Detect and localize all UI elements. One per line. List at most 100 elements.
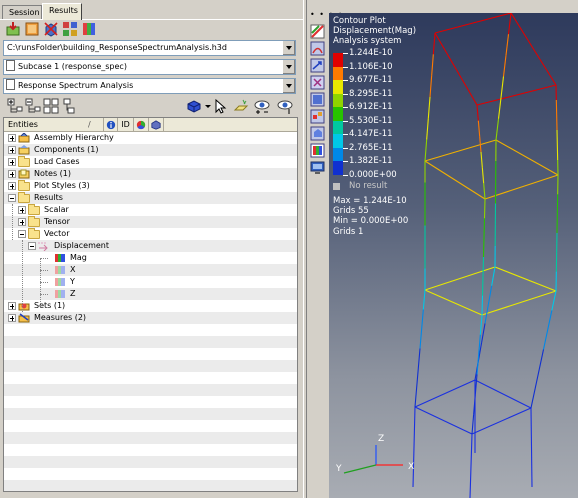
- legend-color-band: [333, 53, 343, 67]
- subcase-combo[interactable]: Subcase 1 (response_spec): [3, 59, 296, 75]
- deformed-icon[interactable]: [310, 41, 325, 56]
- collapse-icon[interactable]: [8, 194, 16, 202]
- tab-session[interactable]: Session: [2, 5, 42, 20]
- assembly-icon: [18, 133, 30, 143]
- tree-item-label[interactable]: Components (1): [34, 144, 99, 156]
- tree-row[interactable]: Mag: [4, 252, 297, 264]
- isolate-icon[interactable]: [233, 98, 249, 114]
- tree-item-label[interactable]: Tensor: [44, 216, 70, 228]
- expand-icon[interactable]: [8, 158, 16, 166]
- color-wheel-icon: [136, 120, 146, 130]
- tree-row[interactable]: Notes (1): [4, 168, 297, 180]
- analysis-type-combo[interactable]: Response Spectrum Analysis: [3, 78, 296, 94]
- chevron-down-icon[interactable]: [282, 60, 295, 74]
- tree-item-label[interactable]: Results: [34, 192, 63, 204]
- min-value: Min = 0.000E+00: [333, 216, 409, 227]
- contour-plot-title: Contour Plot: [333, 16, 386, 26]
- id-column-header[interactable]: ID: [118, 118, 134, 132]
- tree-item-label[interactable]: Load Cases: [34, 156, 79, 168]
- select-arrow-icon[interactable]: [212, 98, 228, 114]
- expand-icon[interactable]: [18, 218, 26, 226]
- chevron-down-icon[interactable]: [200, 98, 211, 114]
- floor-outline: [424, 266, 496, 291]
- legend-tick: [343, 174, 348, 176]
- color-column-header[interactable]: [134, 118, 149, 132]
- tab-results[interactable]: Results: [42, 3, 82, 20]
- vector-plot-icon[interactable]: [310, 58, 325, 73]
- file-path-combo[interactable]: C:\runsFolder\building_ResponseSpectrumA…: [3, 40, 296, 56]
- contour-icon[interactable]: [310, 24, 325, 39]
- column-segment: [419, 328, 423, 349]
- legend-icon[interactable]: [310, 143, 325, 158]
- tensor-plot-icon[interactable]: [310, 75, 325, 90]
- monitor-icon[interactable]: [310, 160, 325, 175]
- multi-results-icon[interactable]: [81, 21, 97, 37]
- show-hide-icon[interactable]: [254, 98, 270, 114]
- column-segment: [507, 13, 512, 35]
- tree-item-label[interactable]: Mag: [70, 252, 87, 264]
- tree-item-label[interactable]: Sets (1): [34, 300, 65, 312]
- column-segment: [422, 289, 426, 310]
- tree-item-label[interactable]: X: [70, 264, 75, 276]
- info-column-header[interactable]: [104, 118, 118, 132]
- tree-item-label[interactable]: Z: [70, 288, 75, 300]
- tree-row[interactable]: Components (1): [4, 144, 297, 156]
- expand-icon[interactable]: [8, 314, 16, 322]
- entities-column-header[interactable]: Entities /: [4, 118, 104, 132]
- expand-tree-icon[interactable]: [7, 98, 23, 114]
- markers-icon[interactable]: [310, 109, 325, 124]
- tree-row[interactable]: X: [4, 264, 297, 276]
- floor-outline: [481, 290, 557, 316]
- tree-row[interactable]: Tensor: [4, 216, 297, 228]
- tree-row[interactable]: Y: [4, 276, 297, 288]
- expand-icon[interactable]: [8, 302, 16, 310]
- load-results-icon[interactable]: [24, 21, 40, 37]
- collapse-tree-icon[interactable]: [25, 98, 41, 114]
- tree-options-icon[interactable]: [61, 98, 77, 114]
- tree-row[interactable]: Load Cases: [4, 156, 297, 168]
- iso-icon[interactable]: [310, 92, 325, 107]
- tree-item-label[interactable]: Displacement: [54, 240, 109, 252]
- tree-item-label[interactable]: Assembly Hierarchy: [34, 132, 114, 144]
- tree-row[interactable]: Z: [4, 288, 297, 300]
- tree-item-label[interactable]: Notes (1): [34, 168, 71, 180]
- expand-icon[interactable]: [8, 146, 16, 154]
- tree-row[interactable]: Plot Styles (3): [4, 180, 297, 192]
- expand-icon[interactable]: [8, 170, 16, 178]
- tree-item-label[interactable]: Measures (2): [34, 312, 86, 324]
- delete-icon[interactable]: [43, 21, 59, 37]
- contour-system-name: Analysis system: [333, 36, 402, 46]
- load-model-icon[interactable]: [5, 21, 21, 37]
- floor-outline: [510, 13, 557, 86]
- tree-row[interactable]: Assembly Hierarchy: [4, 132, 297, 144]
- expand-icon[interactable]: [18, 206, 26, 214]
- tree-row[interactable]: Scalar: [4, 204, 297, 216]
- query-icon[interactable]: [310, 126, 325, 141]
- column-segment: [495, 118, 500, 141]
- filter-icon[interactable]: [43, 98, 59, 114]
- tree-item-label[interactable]: Plot Styles (3): [34, 180, 90, 192]
- column-segment: [481, 295, 484, 316]
- expand-icon[interactable]: [8, 182, 16, 190]
- show-one-icon[interactable]: [277, 98, 293, 114]
- assembly-icon[interactable]: [62, 21, 78, 37]
- chevron-down-icon[interactable]: [282, 41, 295, 55]
- column-segment: [482, 237, 485, 258]
- tree-item-label[interactable]: Vector: [44, 228, 70, 240]
- column-segment: [542, 329, 549, 350]
- tree-row[interactable]: Measures (2): [4, 312, 297, 324]
- tree-row[interactable]: Sets (1): [4, 300, 297, 312]
- collapse-icon[interactable]: [28, 242, 36, 250]
- graphics-viewport[interactable]: Z X Y Contour Plot Displacement(Mag) Analy…: [329, 13, 578, 498]
- expand-icon[interactable]: [8, 134, 16, 142]
- tree-item-label[interactable]: Y: [70, 276, 75, 288]
- chevron-down-icon[interactable]: [282, 79, 295, 93]
- tree-row: [4, 384, 297, 396]
- tree-item-label[interactable]: Scalar: [44, 204, 69, 216]
- display-column-header[interactable]: [149, 118, 164, 132]
- collapse-icon[interactable]: [18, 230, 26, 238]
- floor-outline: [414, 406, 473, 435]
- tree-row[interactable]: Displacement: [4, 240, 297, 252]
- tree-row[interactable]: Vector: [4, 228, 297, 240]
- tree-row[interactable]: Results: [4, 192, 297, 204]
